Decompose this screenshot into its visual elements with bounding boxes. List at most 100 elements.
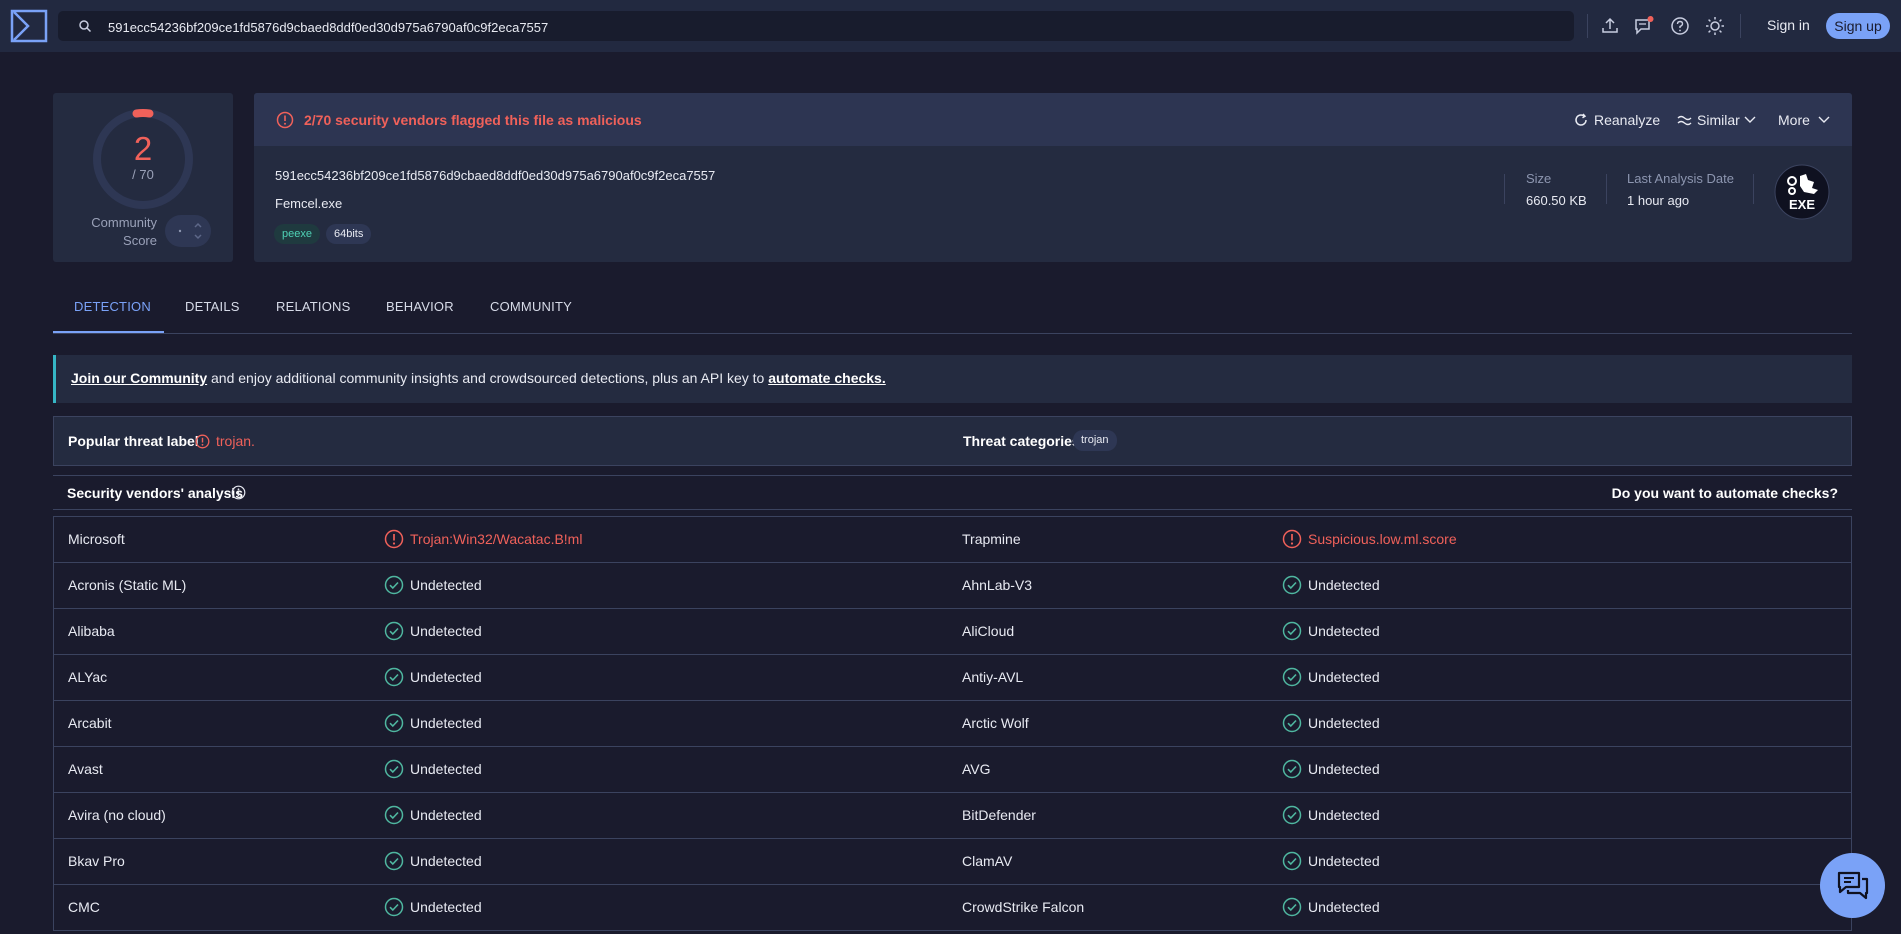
logo-icon[interactable] [10, 9, 48, 43]
chevron-down-icon [1744, 116, 1756, 123]
vendor-name: Avira (no cloud) [68, 807, 166, 823]
check-circle-icon [384, 713, 404, 733]
vendor-result: Undetected [410, 577, 482, 593]
theme-icon[interactable] [1705, 16, 1725, 36]
check-circle-icon [384, 897, 404, 917]
table-row: CMC Undetected CrowdStrike Falcon Undetecte… [54, 885, 1851, 931]
vendor-result: Undetected [1308, 623, 1380, 639]
file-summary-panel: 2/70 security vendors flagged this file … [254, 93, 1852, 262]
vendor-name: Acronis (Static ML) [68, 577, 187, 593]
tab-details[interactable]: DETAILS [185, 299, 240, 314]
banner-text: Join our Community and enjoy additional … [71, 370, 886, 386]
divider [1587, 14, 1588, 38]
vendor-result: Undetected [410, 899, 482, 915]
file-hash[interactable]: 591ecc54236bf209ce1fd5876d9cbaed8ddf0ed3… [275, 168, 715, 183]
similar-dropdown[interactable]: Similar [1677, 112, 1756, 128]
vendor-result: Undetected [1308, 577, 1380, 593]
top-bar: Sign in Sign up [0, 0, 1901, 52]
tab-bar: DETECTION DETAILS RELATIONS BEHAVIOR COM… [53, 290, 1852, 334]
community-score-label: Community Score [91, 215, 157, 248]
check-circle-icon [384, 851, 404, 871]
last-analysis-label: Last Analysis Date [1627, 171, 1734, 186]
help-icon[interactable] [1670, 16, 1690, 36]
more-dropdown[interactable]: More [1778, 112, 1830, 128]
notifications-icon[interactable] [1634, 16, 1654, 36]
vendor-name: CMC [68, 899, 100, 915]
check-circle-icon [1282, 805, 1302, 825]
vote-arrows-icon [178, 222, 202, 240]
table-row: Alibaba Undetected AliCloud Undetected [54, 609, 1851, 655]
file-name: Femcel.exe [275, 196, 343, 211]
check-circle-icon [384, 575, 404, 595]
similar-icon [1677, 115, 1692, 126]
warning-icon [195, 434, 210, 449]
chat-button[interactable] [1820, 853, 1885, 918]
size-label: Size [1526, 171, 1552, 186]
vendor-name: AliCloud [962, 623, 1015, 639]
tab-community[interactable]: COMMUNITY [490, 299, 572, 314]
info-icon[interactable] [231, 485, 246, 500]
vendor-name: Bkav Pro [68, 853, 125, 869]
vendor-result: Undetected [410, 761, 482, 777]
vendor-name: Avast [68, 761, 103, 777]
search-bar[interactable] [58, 11, 1574, 43]
chevron-down-icon [1818, 116, 1830, 123]
vendor-result: Undetected [1308, 899, 1380, 915]
refresh-icon [1575, 113, 1587, 126]
check-circle-icon [384, 667, 404, 687]
tag-64bits[interactable]: 64bits [326, 224, 372, 244]
check-circle-icon [1282, 667, 1302, 687]
table-row: Avira (no cloud) Undetected BitDefender Und… [54, 793, 1851, 839]
vendor-name: Microsoft [68, 531, 125, 547]
vendors-title: Security vendors' analysis [67, 485, 244, 501]
check-circle-icon [1282, 897, 1302, 917]
alert-text: 2/70 security vendors flagged this file … [304, 112, 642, 128]
warning-icon [276, 111, 294, 129]
vendor-name: Trapmine [962, 531, 1021, 547]
vendor-name: AhnLab-V3 [962, 577, 1033, 593]
threat-category-pill[interactable]: trojan [1073, 430, 1117, 451]
chat-icon [1837, 871, 1869, 900]
sign-in-link[interactable]: Sign in [1767, 17, 1810, 33]
table-row: Acronis (Static ML) Undetected AhnLab-V3 Un… [54, 563, 1851, 609]
vendor-name: Alibaba [68, 623, 115, 639]
table-row: Microsoft Trojan:Win32/Wacatac.B!ml Trapmi… [54, 517, 1851, 563]
reanalyze-button[interactable]: Reanalyze [1574, 112, 1660, 128]
table-row: Avast Undetected AVG Undetected [54, 747, 1851, 793]
community-score-vote[interactable] [165, 215, 211, 247]
vendor-name: Arcabit [68, 715, 112, 731]
detection-count: 2 [133, 130, 153, 167]
detection-score-card: 2 / 70 Community Score [53, 93, 233, 262]
vendor-result: Undetected [410, 853, 482, 869]
filetype-label: EXE [1789, 197, 1815, 212]
vendor-result[interactable]: Trojan:Win32/Wacatac.B!ml [410, 531, 582, 547]
tab-behavior[interactable]: BEHAVIOR [386, 299, 454, 314]
automate-checks-link[interactable]: Do you want to automate checks? [1612, 485, 1838, 501]
vendors-header: Security vendors' analysis Do you want t… [53, 475, 1852, 510]
join-community-link[interactable]: Join our Community [71, 370, 207, 386]
tab-relations[interactable]: RELATIONS [276, 299, 351, 314]
search-input[interactable] [106, 11, 1550, 43]
vendor-result: Undetected [410, 807, 482, 823]
tag-peexe[interactable]: peexe [274, 224, 320, 244]
vendor-name: Antiy-AVL [962, 669, 1024, 685]
upload-icon[interactable] [1600, 16, 1620, 36]
vendor-result: Undetected [1308, 807, 1380, 823]
vendor-result: Undetected [1308, 761, 1380, 777]
table-row: Bkav Pro Undetected ClamAV Undetected [54, 839, 1851, 885]
automate-checks-link[interactable]: automate checks. [768, 370, 886, 386]
vendor-result: Undetected [410, 669, 482, 685]
divider [1753, 174, 1754, 204]
alert-bar: 2/70 security vendors flagged this file … [254, 93, 1852, 146]
exe-file-icon: EXE [1774, 164, 1830, 220]
tab-detection[interactable]: DETECTION [74, 299, 151, 314]
last-analysis-value: 1 hour ago [1627, 193, 1690, 208]
vendor-result[interactable]: Suspicious.low.ml.score [1308, 531, 1457, 547]
detection-total: / 70 [132, 167, 154, 182]
divider [1606, 174, 1607, 204]
divider [1740, 14, 1741, 38]
popular-threat-label-value[interactable]: trojan. [216, 433, 255, 449]
vendor-name: BitDefender [962, 807, 1036, 823]
sign-up-button[interactable]: Sign up [1826, 13, 1890, 39]
warning-icon [1282, 529, 1302, 549]
